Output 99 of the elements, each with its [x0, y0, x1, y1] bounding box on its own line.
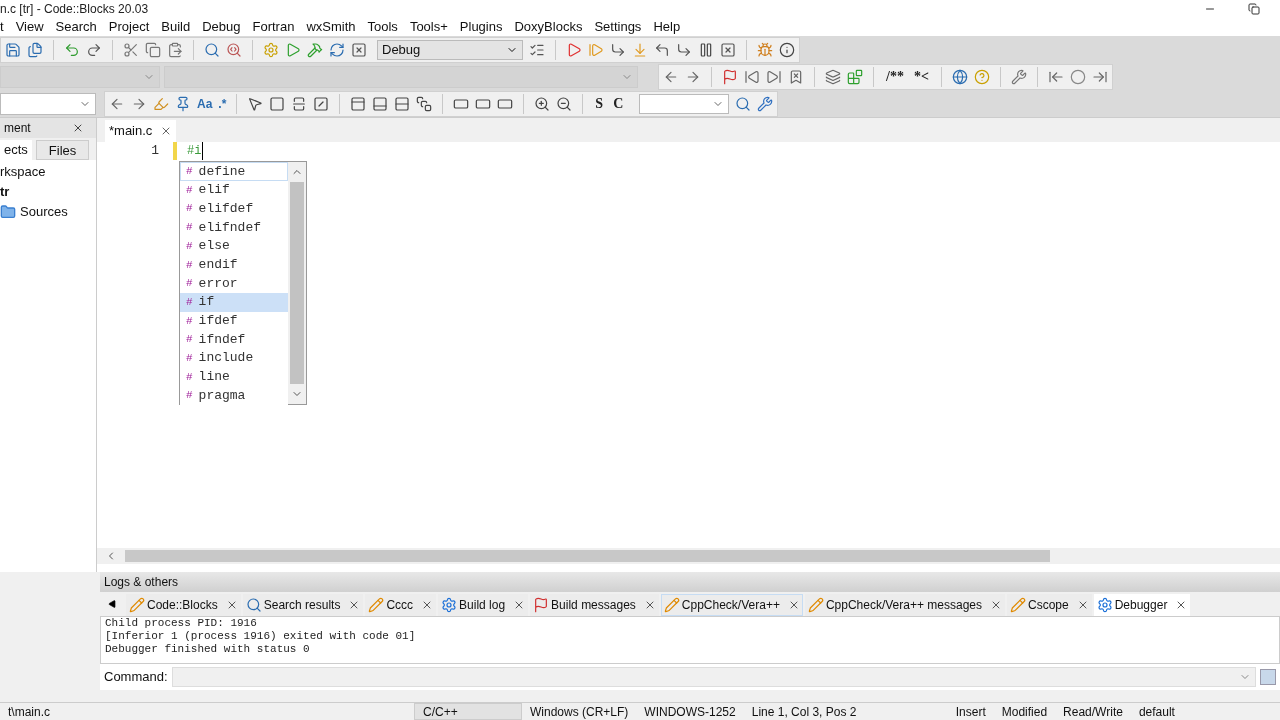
menu-item[interactable]: Plugins — [459, 17, 503, 37]
pause-icon[interactable] — [698, 42, 714, 58]
status-field: Line 1, Col 3, Pos 2 — [743, 703, 948, 720]
gear-icon[interactable] — [441, 597, 458, 613]
log-tab[interactable]: CppCheck/Vera++ messages — [804, 594, 1005, 616]
menu-item[interactable]: Build — [161, 17, 191, 37]
log-line: Child process PID: 1916 — [105, 617, 258, 630]
close-icon[interactable] — [72, 122, 84, 134]
menu-item[interactable]: Fortran — [252, 17, 295, 37]
status-field: Insert — [947, 703, 994, 720]
log-tab[interactable]: CppCheck/Vera++ — [660, 594, 803, 616]
toolbar-text-button[interactable]: *< — [911, 67, 931, 87]
build-target-dropdown[interactable]: Debug — [377, 40, 523, 60]
bookmark-icon[interactable] — [722, 69, 738, 85]
log-tab[interactable]: Cccc — [365, 594, 437, 616]
menu-item[interactable]: Tools+ — [409, 17, 448, 37]
toolbar-text-button[interactable]: S — [593, 94, 606, 114]
log-line: Debugger finished with status 0 — [105, 643, 311, 656]
redo-icon[interactable] — [86, 42, 102, 58]
log-line: [Inferior 1 (process 1916) exited with code 01] — [105, 630, 417, 643]
log-tab[interactable]: Debugger — [1093, 594, 1191, 616]
zoom-in-icon[interactable] — [534, 96, 551, 112]
panel-title: ment — [4, 120, 31, 137]
rebuild-icon[interactable] — [329, 42, 345, 58]
wrench-icon[interactable] — [1010, 69, 1027, 85]
scroll-left-icon[interactable] — [108, 600, 116, 608]
status-field: Windows (CR+LF) — [522, 703, 637, 720]
horizontal-scrollbar[interactable] — [97, 548, 1280, 564]
status-field: WINDOWS-1252 — [636, 703, 744, 720]
search-icon[interactable] — [245, 597, 262, 613]
gear-icon[interactable] — [1096, 597, 1113, 613]
regex-icon[interactable]: .* — [218, 95, 227, 113]
panel-tab[interactable]: ects — [0, 140, 32, 160]
line-number: 1 — [150, 142, 159, 161]
menu-item[interactable]: Search — [55, 17, 97, 37]
pointer-icon[interactable] — [247, 96, 264, 112]
rectangle-icon[interactable] — [497, 96, 514, 112]
search-icon[interactable] — [204, 42, 220, 58]
log-tab[interactable]: Build log — [438, 594, 529, 616]
tree-item[interactable]: tr — [0, 182, 10, 202]
forward-icon[interactable] — [685, 69, 701, 85]
log-tab[interactable]: Search results — [242, 594, 364, 616]
panel-title: Logs & others — [104, 574, 179, 591]
close-icon[interactable] — [990, 599, 1002, 611]
undo-icon[interactable] — [64, 42, 80, 58]
window-title: n.c [tr] - Code::Blocks 20.03 — [0, 1, 149, 18]
paste-icon[interactable] — [167, 42, 183, 58]
code-line: #i — [187, 142, 204, 160]
command-label: Command: — [104, 668, 168, 687]
info-icon[interactable] — [779, 42, 795, 58]
toolbar-text-button[interactable]: C — [611, 94, 626, 114]
wrench-icon[interactable] — [757, 96, 774, 112]
search-icon[interactable] — [735, 96, 752, 112]
completion-item[interactable]: # define — [180, 162, 288, 181]
cut-icon[interactable] — [123, 42, 139, 58]
status-field: t\main.c — [0, 703, 414, 720]
menu-item[interactable]: Project — [108, 17, 150, 37]
tree-item[interactable]: Sources — [20, 202, 68, 222]
log-tab[interactable]: Cscope — [1007, 594, 1092, 616]
status-field: C/C++ — [414, 703, 522, 720]
rows-icon[interactable] — [394, 96, 411, 112]
back-icon[interactable] — [109, 96, 125, 112]
panel-tab[interactable]: Files — [35, 140, 90, 160]
menu-item[interactable]: Settings — [594, 17, 642, 37]
editor-tab[interactable]: *main.c — [105, 120, 177, 142]
menu-item[interactable]: wxSmith — [306, 17, 356, 37]
zoom-out-icon[interactable] — [556, 96, 573, 112]
flag-icon[interactable] — [533, 597, 550, 613]
restore-icon[interactable] — [1248, 3, 1260, 15]
menu-item[interactable]: Help — [653, 17, 681, 37]
highlight-icon[interactable] — [153, 96, 169, 112]
forward-icon[interactable] — [131, 96, 147, 112]
status-field: Read/Write — [1055, 703, 1131, 720]
rectangle-icon[interactable] — [475, 96, 492, 112]
toolbar-text-button[interactable]: /** — [884, 67, 906, 87]
save-all-icon[interactable] — [27, 42, 43, 58]
back-icon[interactable] — [663, 69, 679, 85]
debug-window-icon[interactable] — [757, 42, 773, 58]
circle-icon[interactable] — [1069, 69, 1086, 85]
menu-item[interactable]: Tools — [367, 17, 398, 37]
menu-item[interactable]: Debug — [202, 17, 241, 37]
run-icon[interactable] — [285, 42, 301, 58]
save-icon[interactable] — [5, 42, 21, 58]
block-icon[interactable] — [269, 96, 286, 112]
tree-item[interactable]: rkspace — [0, 162, 46, 182]
match-case-icon[interactable]: Aa — [197, 95, 213, 113]
log-tab[interactable]: Build messages — [530, 594, 659, 616]
copy-icon[interactable] — [145, 42, 161, 58]
status-field: Modified — [993, 703, 1056, 720]
pin-icon[interactable] — [175, 96, 191, 112]
rectangle-icon[interactable] — [453, 96, 470, 112]
status-field: default — [1130, 703, 1183, 720]
debug-run-icon[interactable] — [566, 42, 582, 58]
menu-item[interactable]: DoxyBlocks — [514, 17, 583, 37]
command-field[interactable] — [171, 667, 1256, 687]
folder-icon — [0, 204, 16, 220]
log-tab[interactable]: Code::Blocks — [126, 594, 241, 616]
menu-item[interactable]: View — [15, 17, 44, 37]
stop-icon[interactable] — [720, 42, 736, 58]
